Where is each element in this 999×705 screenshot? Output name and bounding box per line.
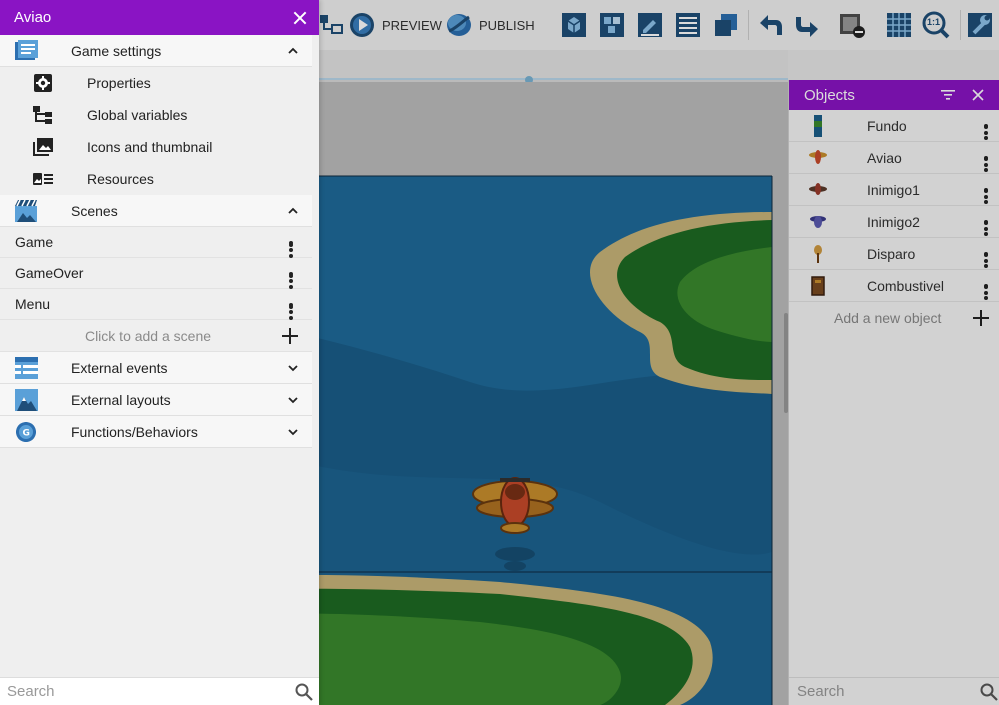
variables-tree-icon — [33, 106, 52, 124]
more-options-icon[interactable] — [278, 292, 304, 320]
project-title: Aviao — [14, 9, 52, 26]
drawer-header: Aviao — [0, 0, 319, 35]
drawer-backdrop[interactable] — [319, 0, 999, 705]
item-global-variables[interactable]: Global variables — [0, 99, 312, 131]
section-label: Game settings — [71, 42, 162, 59]
section-label: Functions/Behaviors — [71, 423, 198, 440]
gear-icon — [34, 74, 52, 92]
more-options-icon[interactable] — [278, 230, 304, 258]
scene-item-game[interactable]: Game — [0, 227, 312, 258]
section-label: External events — [71, 359, 168, 376]
section-label: Scenes — [71, 202, 118, 219]
add-scene-button[interactable]: Click to add a scene — [0, 320, 312, 352]
chevron-up-icon[interactable] — [288, 206, 298, 216]
resources-icon — [33, 173, 53, 185]
chevron-down-icon[interactable] — [288, 395, 298, 405]
close-icon[interactable] — [279, 0, 319, 35]
drawer-search-bar — [0, 677, 319, 705]
scene-name: Game — [15, 234, 54, 250]
item-properties[interactable]: Properties — [0, 67, 312, 99]
scene-name: GameOver — [15, 265, 84, 281]
events-sheet-icon — [15, 357, 38, 379]
item-label: Icons and thumbnail — [87, 139, 213, 155]
section-external-events[interactable]: External events — [0, 352, 312, 384]
clapperboard-icon — [15, 200, 37, 222]
svg-text:G: G — [23, 429, 30, 439]
image-stack-icon — [33, 138, 53, 156]
scene-name: Menu — [15, 296, 51, 312]
more-options-icon[interactable] — [278, 261, 304, 289]
chevron-up-icon[interactable] — [288, 46, 298, 56]
section-external-layouts[interactable]: External layouts — [0, 384, 312, 416]
item-resources[interactable]: Resources — [0, 163, 312, 195]
add-scene-label: Click to add a scene — [84, 327, 212, 344]
item-label: Global variables — [87, 107, 188, 123]
item-label: Properties — [87, 75, 151, 91]
item-label: Resources — [87, 171, 154, 187]
settings-sheet-icon — [15, 40, 38, 60]
chevron-down-icon[interactable] — [288, 427, 298, 437]
scene-item-gameover[interactable]: GameOver — [0, 258, 312, 289]
project-search-input[interactable] — [7, 683, 277, 700]
section-game-settings[interactable]: Game settings — [0, 35, 312, 67]
extension-gear-icon: G — [16, 422, 36, 442]
section-label: External layouts — [71, 391, 171, 408]
item-icons-thumbnail[interactable]: Icons and thumbnail — [0, 131, 312, 163]
layout-icon — [15, 389, 38, 411]
plus-icon[interactable] — [282, 328, 298, 344]
project-tree: Game settings Properties Global variable… — [0, 35, 312, 448]
section-scenes[interactable]: Scenes — [0, 195, 312, 227]
project-manager-drawer: Aviao Game settings Properties Global va… — [0, 0, 319, 705]
chevron-down-icon[interactable] — [288, 363, 298, 373]
scene-item-menu[interactable]: Menu — [0, 289, 312, 320]
section-functions-behaviors[interactable]: G Functions/Behaviors — [0, 416, 312, 448]
search-icon[interactable] — [295, 683, 313, 701]
